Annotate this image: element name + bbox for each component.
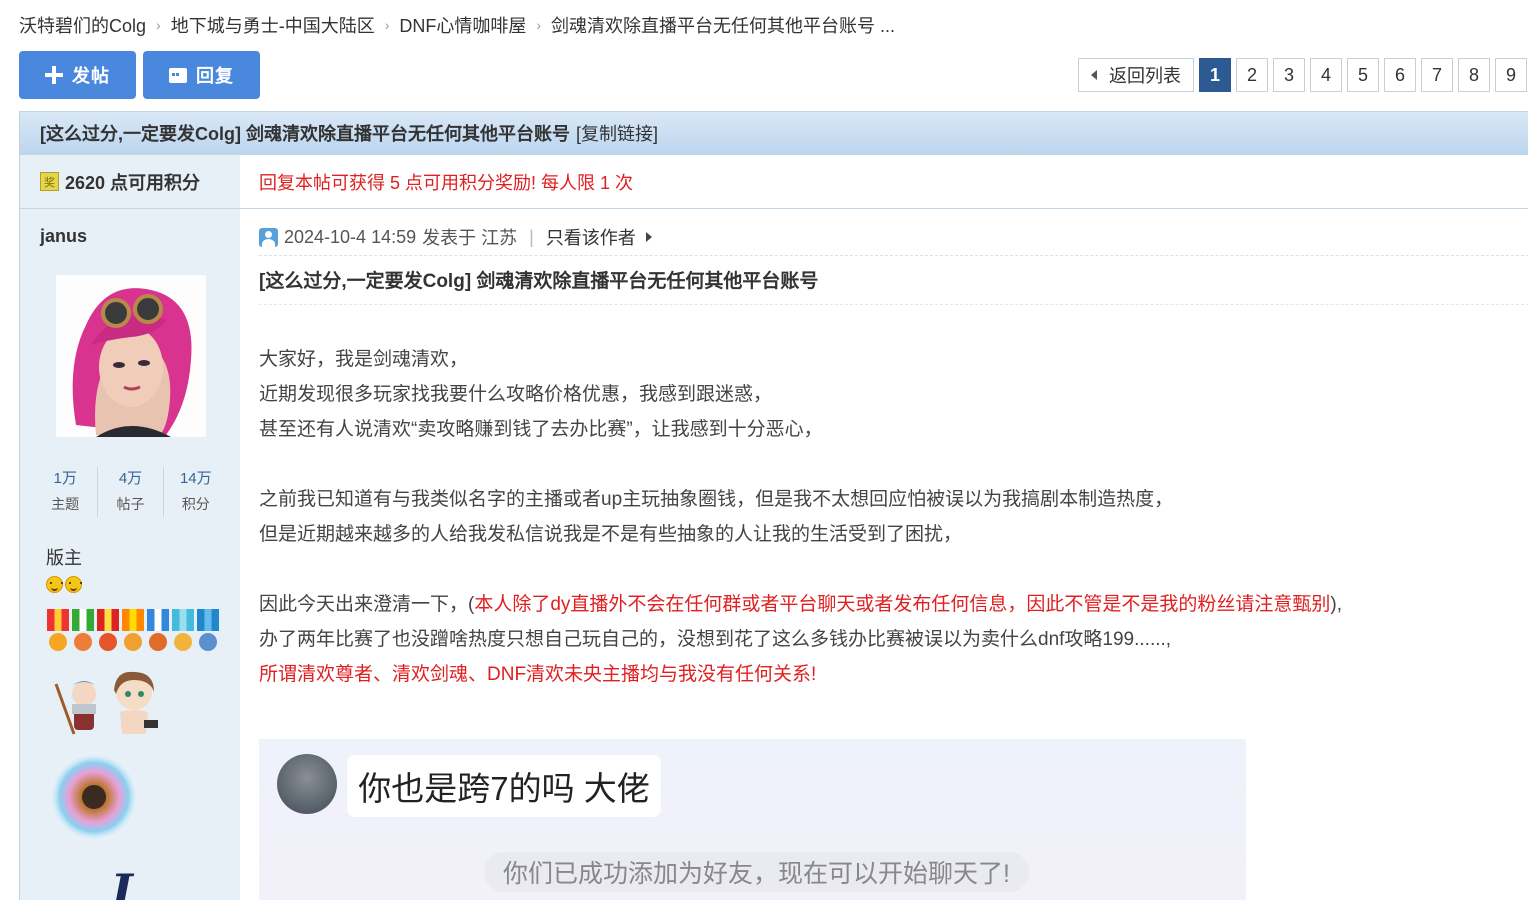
page-link[interactable]: 5 xyxy=(1347,58,1379,92)
thread-title-bar: [这么过分,一定要发Colg] 剑魂清欢除直播平台无任何其他平台账号 [复制链接… xyxy=(20,112,1528,155)
breadcrumb-current: 剑魂清欢除直播平台无任何其他平台账号 ... xyxy=(551,16,896,36)
breadcrumb-separator: › xyxy=(536,17,542,33)
chat-system-message: 你们已成功添加为好友，现在可以开始聊天了! xyxy=(484,852,1029,892)
stat-threads[interactable]: 1万 主题 xyxy=(33,467,99,517)
divider xyxy=(259,304,1528,305)
post-main: janus 1万 主题 4万 帖子 14万 积分 版主 J 2024-10-4 … xyxy=(20,209,1528,900)
stat-credits-value: 14万 xyxy=(179,470,212,487)
page-link[interactable]: 7 xyxy=(1421,58,1453,92)
paragraph: 近期发现很多玩家找我要什么攻略价格优惠，我感到跟迷惑， xyxy=(259,384,773,405)
author-sidebar: janus 1万 主题 4万 帖子 14万 积分 版主 J xyxy=(20,209,240,900)
author-stats: 1万 主题 4万 帖子 14万 积分 xyxy=(33,467,228,517)
post-body: 大家好，我是剑魂清欢， 近期发现很多玩家找我要什么攻略价格优惠，我感到跟迷惑， … xyxy=(259,342,1342,692)
medals xyxy=(46,609,220,653)
reply-button[interactable]: 回复 xyxy=(143,51,260,99)
paragraph: 因此今天出来澄清一下，(本人除了dy直播外不会在任何群或者平台聊天或者发布任何信… xyxy=(259,587,1342,622)
avatar[interactable] xyxy=(56,275,206,437)
breadcrumb-home[interactable]: 沃特碧们的Colg xyxy=(19,12,146,38)
triangle-right-icon xyxy=(645,232,652,242)
chat-screenshot: 你也是跨7的吗 大佬 你们已成功添加为好友，现在可以开始聊天了! xyxy=(259,739,1246,900)
medal-icon[interactable] xyxy=(71,609,95,653)
medal-icon[interactable] xyxy=(96,609,120,653)
smiley-icon xyxy=(65,576,82,593)
paragraph: 之前我已知道有与我类似名字的主播或者up主玩抽象圈钱，但是我不太想回应怕被误以为… xyxy=(259,489,1174,510)
available-credits: 奖 2620 点可用积分 xyxy=(20,155,240,208)
breadcrumb-subforum[interactable]: DNF心情咖啡屋 xyxy=(399,12,526,38)
page-link-current[interactable]: 1 xyxy=(1199,58,1231,92)
stat-threads-value: 1万 xyxy=(53,470,77,487)
page-link[interactable]: 6 xyxy=(1384,58,1416,92)
breadcrumb: 沃特碧们的Colg › 地下城与勇士-中国大陆区 › DNF心情咖啡屋 › 剑魂… xyxy=(19,12,895,38)
paragraph: 但是近期越来越多的人给我发私信说我是不是有些抽象的人让我的生活受到了困扰， xyxy=(259,524,963,545)
triangle-left-icon xyxy=(1091,70,1097,80)
signature-glyph: J xyxy=(110,864,132,900)
pagination: 返回列表 1 2 3 4 5 6 7 8 9 xyxy=(1078,58,1527,92)
clarification-suffix: ), xyxy=(1330,594,1343,615)
page-link[interactable]: 3 xyxy=(1273,58,1305,92)
stat-posts-value: 4万 xyxy=(118,470,143,487)
post-meta: 2024-10-4 14:59 发表于 江苏 | 只看该作者 xyxy=(259,225,652,249)
stat-posts-label: 帖子 xyxy=(116,496,145,512)
page-link[interactable]: 4 xyxy=(1310,58,1342,92)
post-container: [这么过分,一定要发Colg] 剑魂清欢除直播平台无任何其他平台账号 [复制链接… xyxy=(19,111,1528,900)
post-content: 2024-10-4 14:59 发表于 江苏 | 只看该作者 [这么过分,一定要… xyxy=(240,209,1528,900)
meta-divider: | xyxy=(529,226,534,247)
user-rank: 版主 xyxy=(46,548,82,568)
chat-avatar xyxy=(277,754,337,814)
stat-credits[interactable]: 14万 积分 xyxy=(164,467,228,517)
back-to-list-button[interactable]: 返回列表 xyxy=(1078,58,1194,92)
post-location: 发表于 江苏 xyxy=(422,228,518,248)
credits-text: 2620 点可用积分 xyxy=(65,172,201,193)
user-online-icon xyxy=(259,227,278,247)
smiley-icon xyxy=(46,576,63,593)
copy-link-button[interactable]: [复制链接] xyxy=(576,120,658,146)
new-post-label: 发帖 xyxy=(72,66,110,86)
back-to-list-label: 返回列表 xyxy=(1109,66,1181,86)
stat-credits-label: 积分 xyxy=(181,496,210,512)
reply-label: 回复 xyxy=(196,66,234,86)
badge-orb xyxy=(46,749,146,849)
page-link[interactable]: 9 xyxy=(1495,58,1527,92)
stat-threads-label: 主题 xyxy=(51,496,80,512)
medal-icon[interactable] xyxy=(196,609,220,653)
author-name[interactable]: janus xyxy=(40,226,87,247)
stat-posts[interactable]: 4万 帖子 xyxy=(98,467,164,517)
plus-icon xyxy=(45,66,63,84)
paragraph: 大家好，我是剑魂清欢， xyxy=(259,349,469,370)
breadcrumb-separator: › xyxy=(156,17,161,33)
post-date: 2024-10-4 14:59 xyxy=(284,226,417,247)
credits-row: 奖 2620 点可用积分 回复本帖可获得 5 点可用积分奖励! 每人限 1 次 xyxy=(20,155,1528,209)
thread-title: [这么过分,一定要发Colg] 剑魂清欢除直播平台无任何其他平台账号 xyxy=(40,124,570,144)
breadcrumb-separator: › xyxy=(384,17,390,33)
clarification-prefix: 因此今天出来澄清一下，( xyxy=(259,594,475,615)
rank-stars xyxy=(46,576,82,593)
chat-bubble: 你也是跨7的吗 大佬 xyxy=(347,755,661,817)
reward-notice: 回复本帖可获得 5 点可用积分奖励! 每人限 1 次 xyxy=(259,172,634,193)
new-post-button[interactable]: 发帖 xyxy=(19,51,136,99)
paragraph: 甚至还有人说清欢“卖攻略赚到钱了去办比赛”，让我感到十分恶心， xyxy=(259,419,823,440)
breadcrumb-forum[interactable]: 地下城与勇士-中国大陆区 xyxy=(171,12,375,38)
comment-icon xyxy=(169,67,190,83)
post-title: [这么过分,一定要发Colg] 剑魂清欢除直播平台无任何其他平台账号 xyxy=(259,271,819,292)
medal-icon[interactable] xyxy=(121,609,145,653)
paragraph-highlight: 所谓清欢尊者、清欢剑魂、DNF清欢未央主播均与我没有任何关系! xyxy=(259,664,817,685)
only-author-link[interactable]: 只看该作者 xyxy=(546,224,636,250)
divider xyxy=(259,255,1528,256)
clarification-highlight: 本人除了dy直播外不会在任何群或者平台聊天或者发布任何信息，因此不管是不是我的粉… xyxy=(474,594,1331,615)
page-link[interactable]: 2 xyxy=(1236,58,1268,92)
medal-icon[interactable] xyxy=(46,609,70,653)
page-link[interactable]: 8 xyxy=(1458,58,1490,92)
paragraph: 办了两年比赛了也没蹭啥热度只想自己玩自己的，没想到花了这么多钱办比赛被误以为卖什… xyxy=(259,629,1172,650)
medal-icon[interactable] xyxy=(171,609,195,653)
pet-figures xyxy=(46,664,166,744)
medal-icon[interactable] xyxy=(146,609,170,653)
award-icon: 奖 xyxy=(40,172,59,191)
